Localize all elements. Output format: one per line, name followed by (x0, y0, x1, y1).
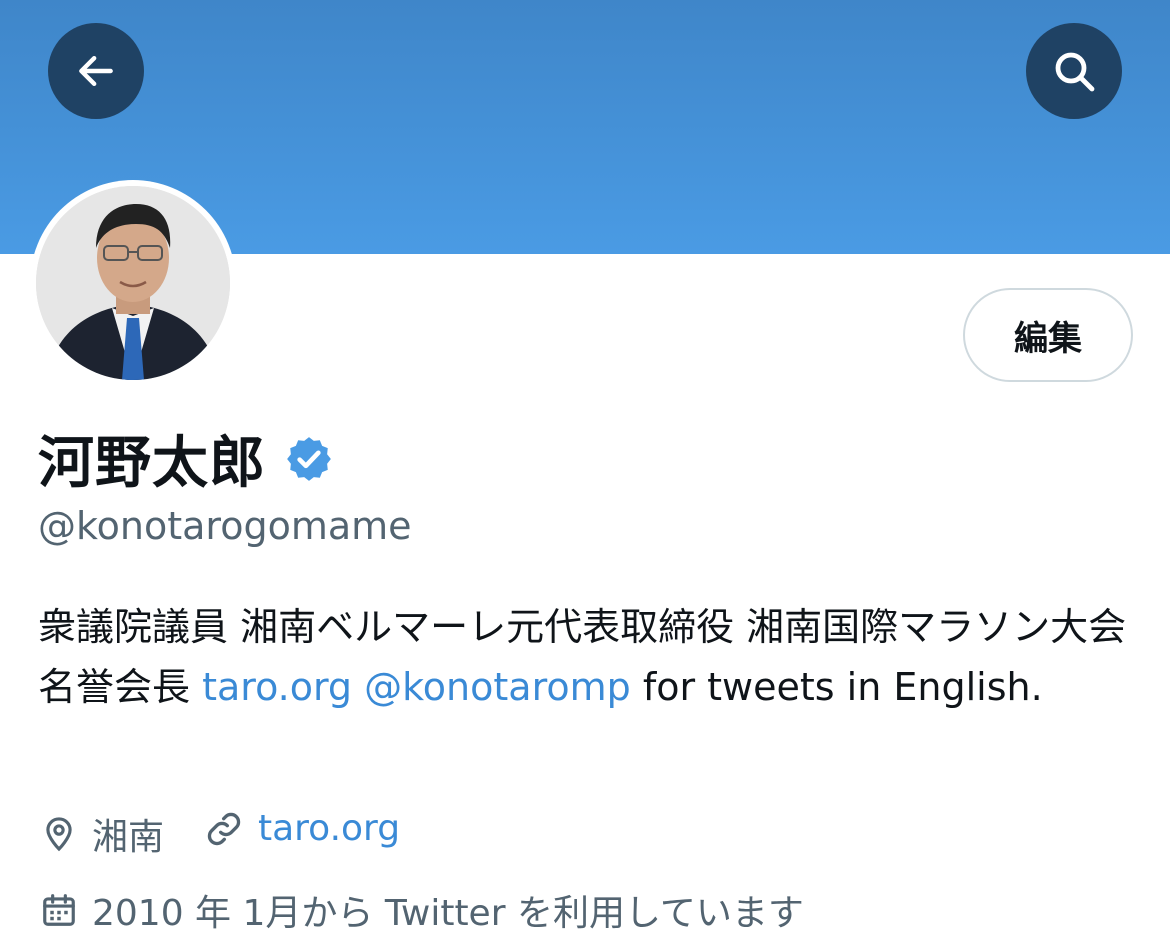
search-icon (1055, 52, 1095, 92)
bio-text-english: for tweets in English. (630, 665, 1043, 709)
bio-link-mention[interactable]: @konotaromp (364, 665, 631, 709)
profile-bio: 衆議院議員 湘南ベルマーレ元代表取締役 湘南国際マラソン大会名誉会長 taro.… (38, 597, 1133, 717)
back-button[interactable] (48, 23, 144, 119)
arrow-left-icon (79, 55, 113, 87)
edit-profile-button[interactable]: 編集 (963, 288, 1133, 382)
website-link[interactable]: taro.org (258, 808, 400, 849)
join-date-info: 2010 年 1月から Twitter を利用しています (40, 884, 804, 936)
location-text: 湘南 (92, 817, 165, 858)
join-date-text: 2010 年 1月から Twitter を利用しています (92, 893, 804, 934)
search-button[interactable] (1026, 23, 1122, 119)
display-name: 河野太郎 (38, 431, 266, 496)
calendar-icon (43, 894, 75, 926)
name-row: 河野太郎 (38, 418, 334, 499)
avatar[interactable] (36, 186, 230, 380)
link-icon (207, 812, 241, 845)
bio-link-website[interactable]: taro.org (202, 665, 352, 709)
location-pin-icon (46, 817, 72, 852)
username-handle: @konotarogomame (38, 504, 412, 548)
website-info: taro.org (204, 808, 400, 849)
verified-badge-icon (287, 436, 331, 481)
location-info: 湘南 (40, 808, 164, 860)
